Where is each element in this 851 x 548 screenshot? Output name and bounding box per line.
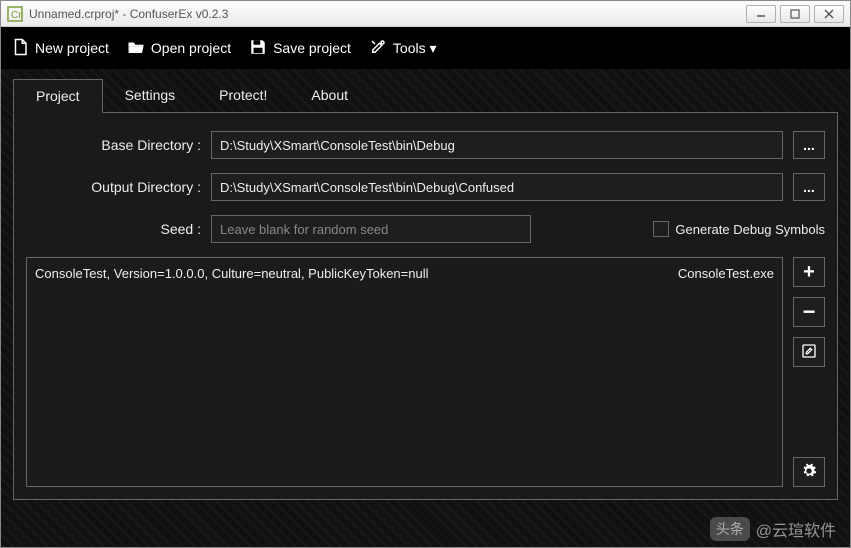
gear-icon <box>801 463 817 482</box>
checkbox-icon <box>653 221 669 237</box>
seed-input[interactable] <box>211 215 531 243</box>
assembly-list-area: ConsoleTest, Version=1.0.0.0, Culture=ne… <box>26 257 825 487</box>
edit-assembly-button[interactable] <box>793 337 825 367</box>
output-directory-input[interactable] <box>211 173 783 201</box>
base-directory-input[interactable] <box>211 131 783 159</box>
list-item[interactable]: ConsoleTest, Version=1.0.0.0, Culture=ne… <box>35 264 774 283</box>
watermark-text: @云瑄软件 <box>756 517 836 541</box>
settings-button[interactable] <box>793 457 825 487</box>
close-button[interactable] <box>814 5 844 23</box>
seed-row: Seed : Generate Debug Symbols <box>26 215 825 243</box>
save-project-button[interactable]: Save project <box>249 38 351 59</box>
tab-project[interactable]: Project <box>13 79 103 113</box>
menu-label: Save project <box>273 40 351 56</box>
file-new-icon <box>11 38 29 59</box>
output-directory-label: Output Directory : <box>26 179 201 195</box>
minimize-button[interactable] <box>746 5 776 23</box>
output-directory-browse-button[interactable]: ... <box>793 173 825 201</box>
checkbox-label: Generate Debug Symbols <box>675 222 825 237</box>
assembly-file: ConsoleTest.exe <box>678 266 774 281</box>
window-controls <box>746 5 844 23</box>
base-directory-browse-button[interactable]: ... <box>793 131 825 159</box>
titlebar: Cr Unnamed.crproj* - ConfuserEx v0.2.3 <box>1 1 850 27</box>
menu-label: Tools ▾ <box>393 40 437 57</box>
plus-icon: + <box>803 262 815 282</box>
watermark-badge: 头条 <box>710 517 750 541</box>
base-directory-label: Base Directory : <box>26 137 201 153</box>
new-project-button[interactable]: New project <box>11 38 109 59</box>
tab-protect[interactable]: Protect! <box>197 79 289 113</box>
seed-label: Seed : <box>26 221 201 237</box>
menubar: New project Open project Save project To… <box>1 27 850 69</box>
tab-settings[interactable]: Settings <box>103 79 198 113</box>
tools-menu[interactable]: Tools ▾ <box>369 38 437 59</box>
save-icon <box>249 38 267 59</box>
folder-open-icon <box>127 38 145 59</box>
open-project-button[interactable]: Open project <box>127 38 231 59</box>
pencil-icon <box>801 343 817 362</box>
tab-strip: Project Settings Protect! About <box>13 79 838 113</box>
minus-icon: − <box>803 301 816 323</box>
assembly-info: ConsoleTest, Version=1.0.0.0, Culture=ne… <box>35 266 429 281</box>
project-panel: Base Directory : ... Output Directory : … <box>13 112 838 500</box>
app-icon: Cr <box>7 6 23 22</box>
base-directory-row: Base Directory : ... <box>26 131 825 159</box>
app-window: Cr Unnamed.crproj* - ConfuserEx v0.2.3 N… <box>0 0 851 548</box>
output-directory-row: Output Directory : ... <box>26 173 825 201</box>
svg-text:Cr: Cr <box>11 10 22 21</box>
add-assembly-button[interactable]: + <box>793 257 825 287</box>
maximize-button[interactable] <box>780 5 810 23</box>
tools-icon <box>369 38 387 59</box>
tab-about[interactable]: About <box>289 79 370 113</box>
window-title: Unnamed.crproj* - ConfuserEx v0.2.3 <box>29 7 746 21</box>
content-area: Project Settings Protect! About Base Dir… <box>1 69 850 547</box>
menu-label: Open project <box>151 40 231 56</box>
assembly-side-buttons: + − <box>793 257 825 487</box>
watermark: 头条 @云瑄软件 <box>710 517 836 541</box>
menu-label: New project <box>35 40 109 56</box>
generate-debug-checkbox[interactable]: Generate Debug Symbols <box>653 221 825 237</box>
assembly-listbox[interactable]: ConsoleTest, Version=1.0.0.0, Culture=ne… <box>26 257 783 487</box>
spacer <box>793 377 825 447</box>
remove-assembly-button[interactable]: − <box>793 297 825 327</box>
